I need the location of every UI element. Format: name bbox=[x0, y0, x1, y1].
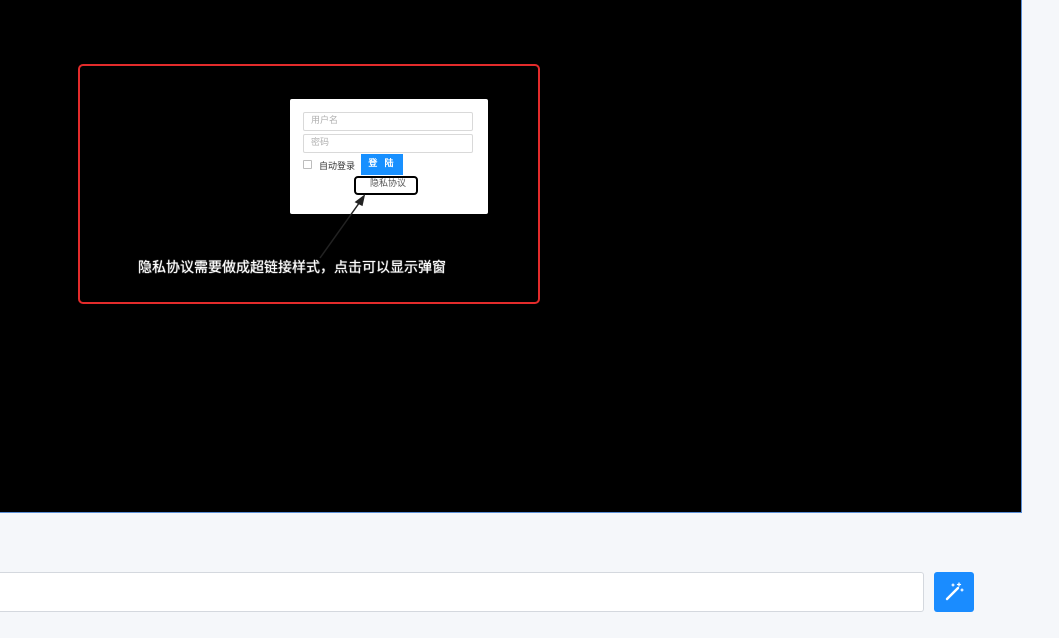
auto-login-checkbox bbox=[303, 160, 312, 169]
login-button: 登 陆 bbox=[361, 154, 403, 175]
magic-wand-icon bbox=[945, 582, 964, 601]
auto-login-label: 自动登录 bbox=[319, 162, 356, 172]
prompt-input[interactable] bbox=[0, 572, 924, 612]
annotation-caption: 隐私协议需要做成超链接样式，点击可以显示弹窗 bbox=[138, 260, 446, 276]
image-preview-canvas: 用户名 密码 自动登录 登 陆 隐私协议 隐私协议需要做成超链接样式，点击可以显… bbox=[0, 0, 1022, 513]
magic-wand-button[interactable] bbox=[934, 572, 974, 612]
password-input: 密码 bbox=[303, 134, 473, 153]
username-input: 用户名 bbox=[303, 112, 473, 131]
